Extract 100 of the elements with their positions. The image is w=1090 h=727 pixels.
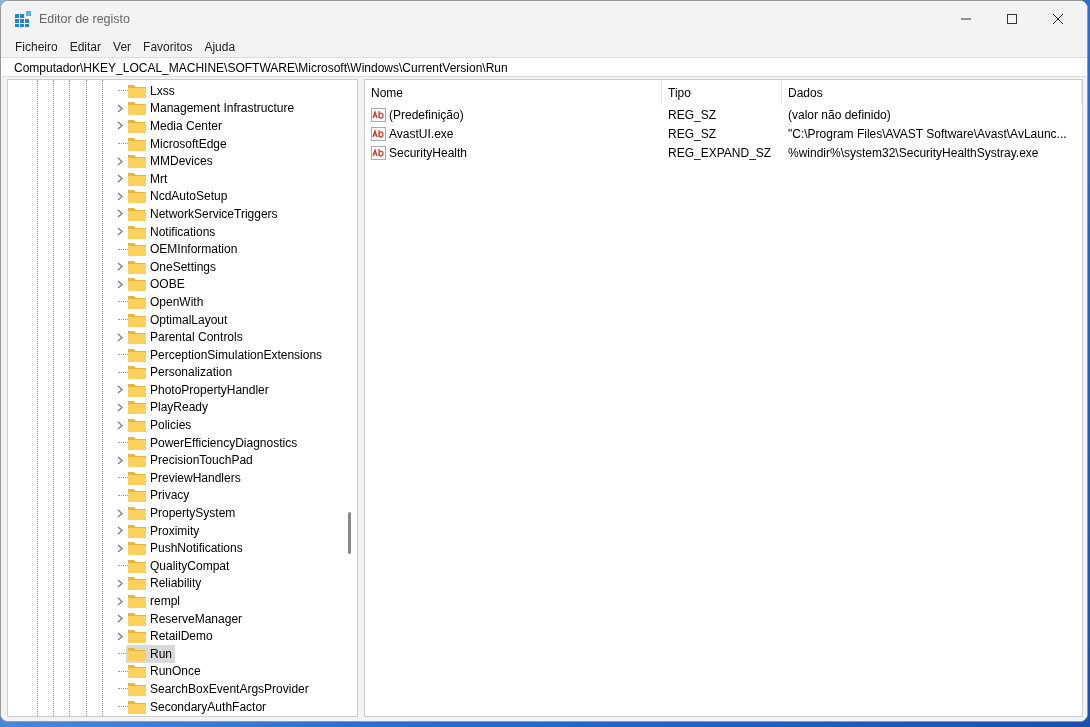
folder-icon	[128, 558, 146, 573]
tree-item[interactable]: Notifications	[126, 222, 219, 241]
tree-item[interactable]: PushNotifications	[126, 539, 246, 558]
string-value-icon	[371, 107, 386, 122]
string-value-icon	[371, 145, 386, 160]
tree-item[interactable]: Media Center	[126, 117, 226, 135]
tree-item[interactable]: Reliability	[126, 574, 205, 593]
tree-item[interactable]: Lxss	[126, 81, 178, 100]
tree-item[interactable]: OptimalLayout	[126, 310, 231, 329]
folder-icon	[128, 611, 146, 626]
tree-item[interactable]: MicrosoftEdge	[126, 134, 230, 153]
folder-icon	[128, 224, 146, 239]
close-icon	[1053, 14, 1063, 24]
value-type: REG_SZ	[667, 106, 717, 124]
folder-icon	[128, 523, 146, 538]
folder-icon	[128, 629, 146, 644]
tree-item[interactable]: Privacy	[126, 486, 193, 505]
tree-item[interactable]: Run	[126, 644, 175, 663]
value-name-text: AvastUI.exe	[389, 125, 454, 143]
column-header[interactable]: Nome	[365, 80, 662, 105]
tree-item[interactable]: OEMInformation	[126, 240, 241, 259]
folder-icon	[128, 470, 146, 485]
tree-item[interactable]: MMDevices	[126, 152, 216, 171]
folder-icon	[128, 330, 146, 345]
folder-icon	[128, 699, 146, 714]
menu-item[interactable]: Favoritos	[137, 38, 199, 56]
folder-icon	[128, 400, 146, 415]
folder-icon	[128, 312, 146, 327]
tree-item[interactable]: RunOnce	[126, 662, 204, 681]
tree-item[interactable]: SearchBoxEventArgsProvider	[126, 680, 312, 698]
folder-icon	[128, 101, 146, 116]
value-data: "C:\Program Files\AVAST Software\Avast\AvLaunc...	[787, 125, 1068, 143]
folder-icon	[128, 541, 146, 556]
tree-item[interactable]: PropertySystem	[126, 504, 239, 523]
tree-item[interactable]: RetailDemo	[126, 627, 216, 646]
tree-item[interactable]: NcdAutoSetup	[126, 187, 231, 206]
value-type: REG_SZ	[667, 125, 717, 143]
tree-item[interactable]: OpenWith	[126, 292, 207, 311]
tree-item[interactable]: PowerEfficiencyDiagnostics	[126, 433, 301, 452]
folder-icon	[128, 294, 146, 309]
tree-item[interactable]: Personalization	[126, 363, 236, 382]
registry-editor-icon	[15, 11, 31, 27]
value-data: (valor não definido)	[787, 106, 892, 124]
value-name[interactable]: SecurityHealth	[365, 143, 662, 162]
menu-item[interactable]: Editar	[63, 38, 108, 56]
tree-item[interactable]: PerceptionSimulationExtensions	[126, 345, 326, 364]
folder-icon	[128, 259, 146, 274]
tree-item[interactable]: Mrt	[126, 169, 171, 188]
tree-item[interactable]: QualityCompat	[126, 556, 233, 575]
menu-item[interactable]: Ajuda	[198, 38, 242, 56]
folder-icon	[128, 277, 146, 292]
address-bar[interactable]: Computador\HKEY_LOCAL_MACHINE\SOFTWARE\Microsoft\Windows\CurrentVersion\Run	[1, 57, 1087, 77]
folder-icon	[128, 154, 146, 169]
folder-icon	[128, 83, 146, 98]
value-type: REG_EXPAND_SZ	[667, 144, 773, 162]
tree-item[interactable]: Parental Controls	[126, 328, 246, 347]
value-name[interactable]: AvastUI.exe	[365, 124, 662, 143]
column-header[interactable]: Dados	[782, 80, 1082, 105]
tree-item[interactable]: NetworkServiceTriggers	[126, 204, 281, 223]
folder-icon	[128, 242, 146, 257]
folder-icon	[128, 646, 146, 661]
tree-item[interactable]: SecondaryAuthFactor	[126, 697, 270, 716]
folder-icon	[128, 435, 146, 450]
maximize-icon	[1007, 14, 1017, 24]
tree-item[interactable]: PrecisionTouchPad	[126, 451, 256, 470]
scrollbar-thumb[interactable]	[348, 512, 351, 554]
folder-icon	[128, 382, 146, 397]
folder-icon	[128, 119, 146, 133]
folder-icon	[128, 506, 146, 521]
value-name-text: SecurityHealth	[389, 144, 468, 162]
window-title: Editor de registo	[39, 10, 131, 28]
folder-icon	[128, 136, 146, 151]
value-name-text: (Predefinição)	[389, 106, 464, 124]
folder-icon	[128, 594, 146, 608]
folder-icon	[128, 171, 146, 186]
tree-item[interactable]: rempl	[126, 592, 183, 610]
folder-icon	[128, 347, 146, 362]
menu-item[interactable]: Ficheiro	[9, 38, 64, 56]
value-data: %windir%\system32\SecurityHealthSystray.exe	[787, 144, 1040, 162]
tree-item[interactable]: ReserveManager	[126, 609, 246, 628]
tree-item[interactable]: Proximity	[126, 521, 203, 540]
folder-icon	[128, 664, 146, 679]
column-header[interactable]: Tipo	[662, 80, 782, 105]
tree-item[interactable]: OneSettings	[126, 257, 220, 276]
value-name[interactable]: (Predefinição)	[365, 105, 662, 124]
tree-item[interactable]: Management Infrastructure	[126, 99, 298, 118]
folder-icon	[128, 365, 146, 380]
tree-item[interactable]: PreviewHandlers	[126, 468, 244, 487]
tree-item[interactable]: PlayReady	[126, 398, 212, 417]
folder-icon	[128, 488, 146, 503]
tree-item[interactable]: PhotoPropertyHandler	[126, 380, 272, 399]
folder-icon	[128, 453, 146, 468]
folder-icon	[128, 682, 146, 696]
menu-item[interactable]: Ver	[107, 38, 138, 56]
folder-icon	[128, 418, 146, 433]
folder-icon	[128, 206, 146, 221]
tree-item[interactable]: Policies	[126, 416, 195, 435]
folder-icon	[128, 576, 146, 591]
tree-item[interactable]: OOBE	[126, 275, 188, 294]
string-value-icon	[371, 126, 386, 141]
